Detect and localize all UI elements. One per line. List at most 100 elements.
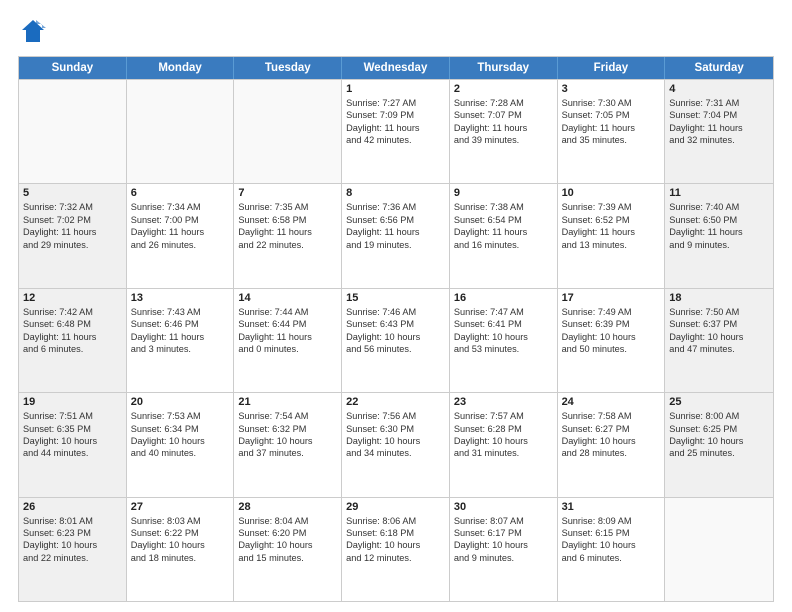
cell-line: and 40 minutes. (131, 447, 230, 459)
cell-line: and 28 minutes. (562, 447, 661, 459)
cell-line: Sunrise: 7:50 AM (669, 306, 769, 318)
cell-line: Sunset: 6:39 PM (562, 318, 661, 330)
cell-line: Daylight: 11 hours (562, 226, 661, 238)
cell-line: Sunrise: 7:34 AM (131, 201, 230, 213)
cell-line: and 31 minutes. (454, 447, 553, 459)
cell-line: and 39 minutes. (454, 134, 553, 146)
cal-cell-15: 15Sunrise: 7:46 AMSunset: 6:43 PMDayligh… (342, 289, 450, 392)
cell-line: and 42 minutes. (346, 134, 445, 146)
cell-line: and 9 minutes. (454, 552, 553, 564)
cell-line: Sunrise: 7:36 AM (346, 201, 445, 213)
cell-line: Daylight: 10 hours (131, 539, 230, 551)
page: SundayMondayTuesdayWednesdayThursdayFrid… (0, 0, 792, 612)
cell-line: Sunrise: 7:28 AM (454, 97, 553, 109)
day-number: 14 (238, 292, 337, 304)
cell-line: Daylight: 10 hours (562, 539, 661, 551)
cell-line: and 12 minutes. (346, 552, 445, 564)
cell-line: Sunrise: 7:39 AM (562, 201, 661, 213)
cell-line: Sunrise: 8:01 AM (23, 515, 122, 527)
cell-line: and 3 minutes. (131, 343, 230, 355)
cell-line: and 0 minutes. (238, 343, 337, 355)
cell-line: Sunrise: 7:42 AM (23, 306, 122, 318)
header-day-sunday: Sunday (19, 57, 127, 79)
day-number: 3 (562, 83, 661, 95)
cell-line: Daylight: 10 hours (346, 331, 445, 343)
cell-line: and 32 minutes. (669, 134, 769, 146)
day-number: 31 (562, 501, 661, 513)
cell-line: and 25 minutes. (669, 447, 769, 459)
day-number: 2 (454, 83, 553, 95)
cell-line: Daylight: 10 hours (669, 435, 769, 447)
header-day-monday: Monday (127, 57, 235, 79)
cal-cell-3: 3Sunrise: 7:30 AMSunset: 7:05 PMDaylight… (558, 80, 666, 183)
cal-cell-19: 19Sunrise: 7:51 AMSunset: 6:35 PMDayligh… (19, 393, 127, 496)
cell-line: Daylight: 10 hours (562, 331, 661, 343)
cell-line: and 9 minutes. (669, 239, 769, 251)
cal-cell-9: 9Sunrise: 7:38 AMSunset: 6:54 PMDaylight… (450, 184, 558, 287)
cal-cell-26: 26Sunrise: 8:01 AMSunset: 6:23 PMDayligh… (19, 498, 127, 601)
cell-line: Sunset: 6:17 PM (454, 527, 553, 539)
cell-line: and 26 minutes. (131, 239, 230, 251)
cell-line: Sunrise: 8:03 AM (131, 515, 230, 527)
cell-line: Sunrise: 7:47 AM (454, 306, 553, 318)
cell-line: and 37 minutes. (238, 447, 337, 459)
cell-line: Sunset: 7:00 PM (131, 214, 230, 226)
cell-line: Sunset: 6:52 PM (562, 214, 661, 226)
cell-line: and 13 minutes. (562, 239, 661, 251)
cal-cell-8: 8Sunrise: 7:36 AMSunset: 6:56 PMDaylight… (342, 184, 450, 287)
day-number: 30 (454, 501, 553, 513)
cal-cell-24: 24Sunrise: 7:58 AMSunset: 6:27 PMDayligh… (558, 393, 666, 496)
cal-cell-12: 12Sunrise: 7:42 AMSunset: 6:48 PMDayligh… (19, 289, 127, 392)
cell-line: Sunset: 6:34 PM (131, 423, 230, 435)
cal-cell-6: 6Sunrise: 7:34 AMSunset: 7:00 PMDaylight… (127, 184, 235, 287)
cell-line: and 19 minutes. (346, 239, 445, 251)
cal-cell-27: 27Sunrise: 8:03 AMSunset: 6:22 PMDayligh… (127, 498, 235, 601)
logo (18, 16, 52, 46)
cell-line: and 15 minutes. (238, 552, 337, 564)
cell-line: Sunrise: 8:04 AM (238, 515, 337, 527)
cell-line: Sunset: 6:18 PM (346, 527, 445, 539)
cell-line: Sunset: 6:20 PM (238, 527, 337, 539)
cell-line: Sunrise: 7:58 AM (562, 410, 661, 422)
day-number: 13 (131, 292, 230, 304)
cal-cell-13: 13Sunrise: 7:43 AMSunset: 6:46 PMDayligh… (127, 289, 235, 392)
cell-line: Sunset: 6:58 PM (238, 214, 337, 226)
cell-line: Sunset: 6:54 PM (454, 214, 553, 226)
day-number: 7 (238, 187, 337, 199)
calendar-row-2: 12Sunrise: 7:42 AMSunset: 6:48 PMDayligh… (19, 288, 773, 392)
header-day-friday: Friday (558, 57, 666, 79)
cell-line: and 50 minutes. (562, 343, 661, 355)
cell-line: Daylight: 10 hours (346, 435, 445, 447)
cell-line: Sunset: 6:50 PM (669, 214, 769, 226)
cell-line: Daylight: 10 hours (669, 331, 769, 343)
calendar-row-4: 26Sunrise: 8:01 AMSunset: 6:23 PMDayligh… (19, 497, 773, 601)
cell-line: and 47 minutes. (669, 343, 769, 355)
day-number: 28 (238, 501, 337, 513)
cell-line: Daylight: 10 hours (23, 539, 122, 551)
cell-line: Sunset: 6:37 PM (669, 318, 769, 330)
cell-line: Sunrise: 7:30 AM (562, 97, 661, 109)
cell-line: Sunset: 6:41 PM (454, 318, 553, 330)
day-number: 21 (238, 396, 337, 408)
cal-cell-1: 1Sunrise: 7:27 AMSunset: 7:09 PMDaylight… (342, 80, 450, 183)
cell-line: Sunrise: 7:46 AM (346, 306, 445, 318)
cell-line: Sunset: 7:07 PM (454, 109, 553, 121)
cell-line: Sunrise: 7:44 AM (238, 306, 337, 318)
cell-line: Daylight: 10 hours (454, 539, 553, 551)
cell-line: Daylight: 10 hours (238, 539, 337, 551)
cell-line: Sunset: 7:02 PM (23, 214, 122, 226)
cal-cell-21: 21Sunrise: 7:54 AMSunset: 6:32 PMDayligh… (234, 393, 342, 496)
cell-line: and 53 minutes. (454, 343, 553, 355)
cell-line: Sunset: 7:04 PM (669, 109, 769, 121)
cell-line: Daylight: 11 hours (131, 226, 230, 238)
cell-line: Daylight: 10 hours (23, 435, 122, 447)
cal-cell-31: 31Sunrise: 8:09 AMSunset: 6:15 PMDayligh… (558, 498, 666, 601)
day-number: 17 (562, 292, 661, 304)
cal-cell-10: 10Sunrise: 7:39 AMSunset: 6:52 PMDayligh… (558, 184, 666, 287)
cell-line: Sunset: 6:46 PM (131, 318, 230, 330)
cell-line: Sunset: 6:22 PM (131, 527, 230, 539)
cell-line: and 35 minutes. (562, 134, 661, 146)
calendar-row-0: 1Sunrise: 7:27 AMSunset: 7:09 PMDaylight… (19, 79, 773, 183)
cell-line: Sunset: 6:15 PM (562, 527, 661, 539)
header-day-tuesday: Tuesday (234, 57, 342, 79)
